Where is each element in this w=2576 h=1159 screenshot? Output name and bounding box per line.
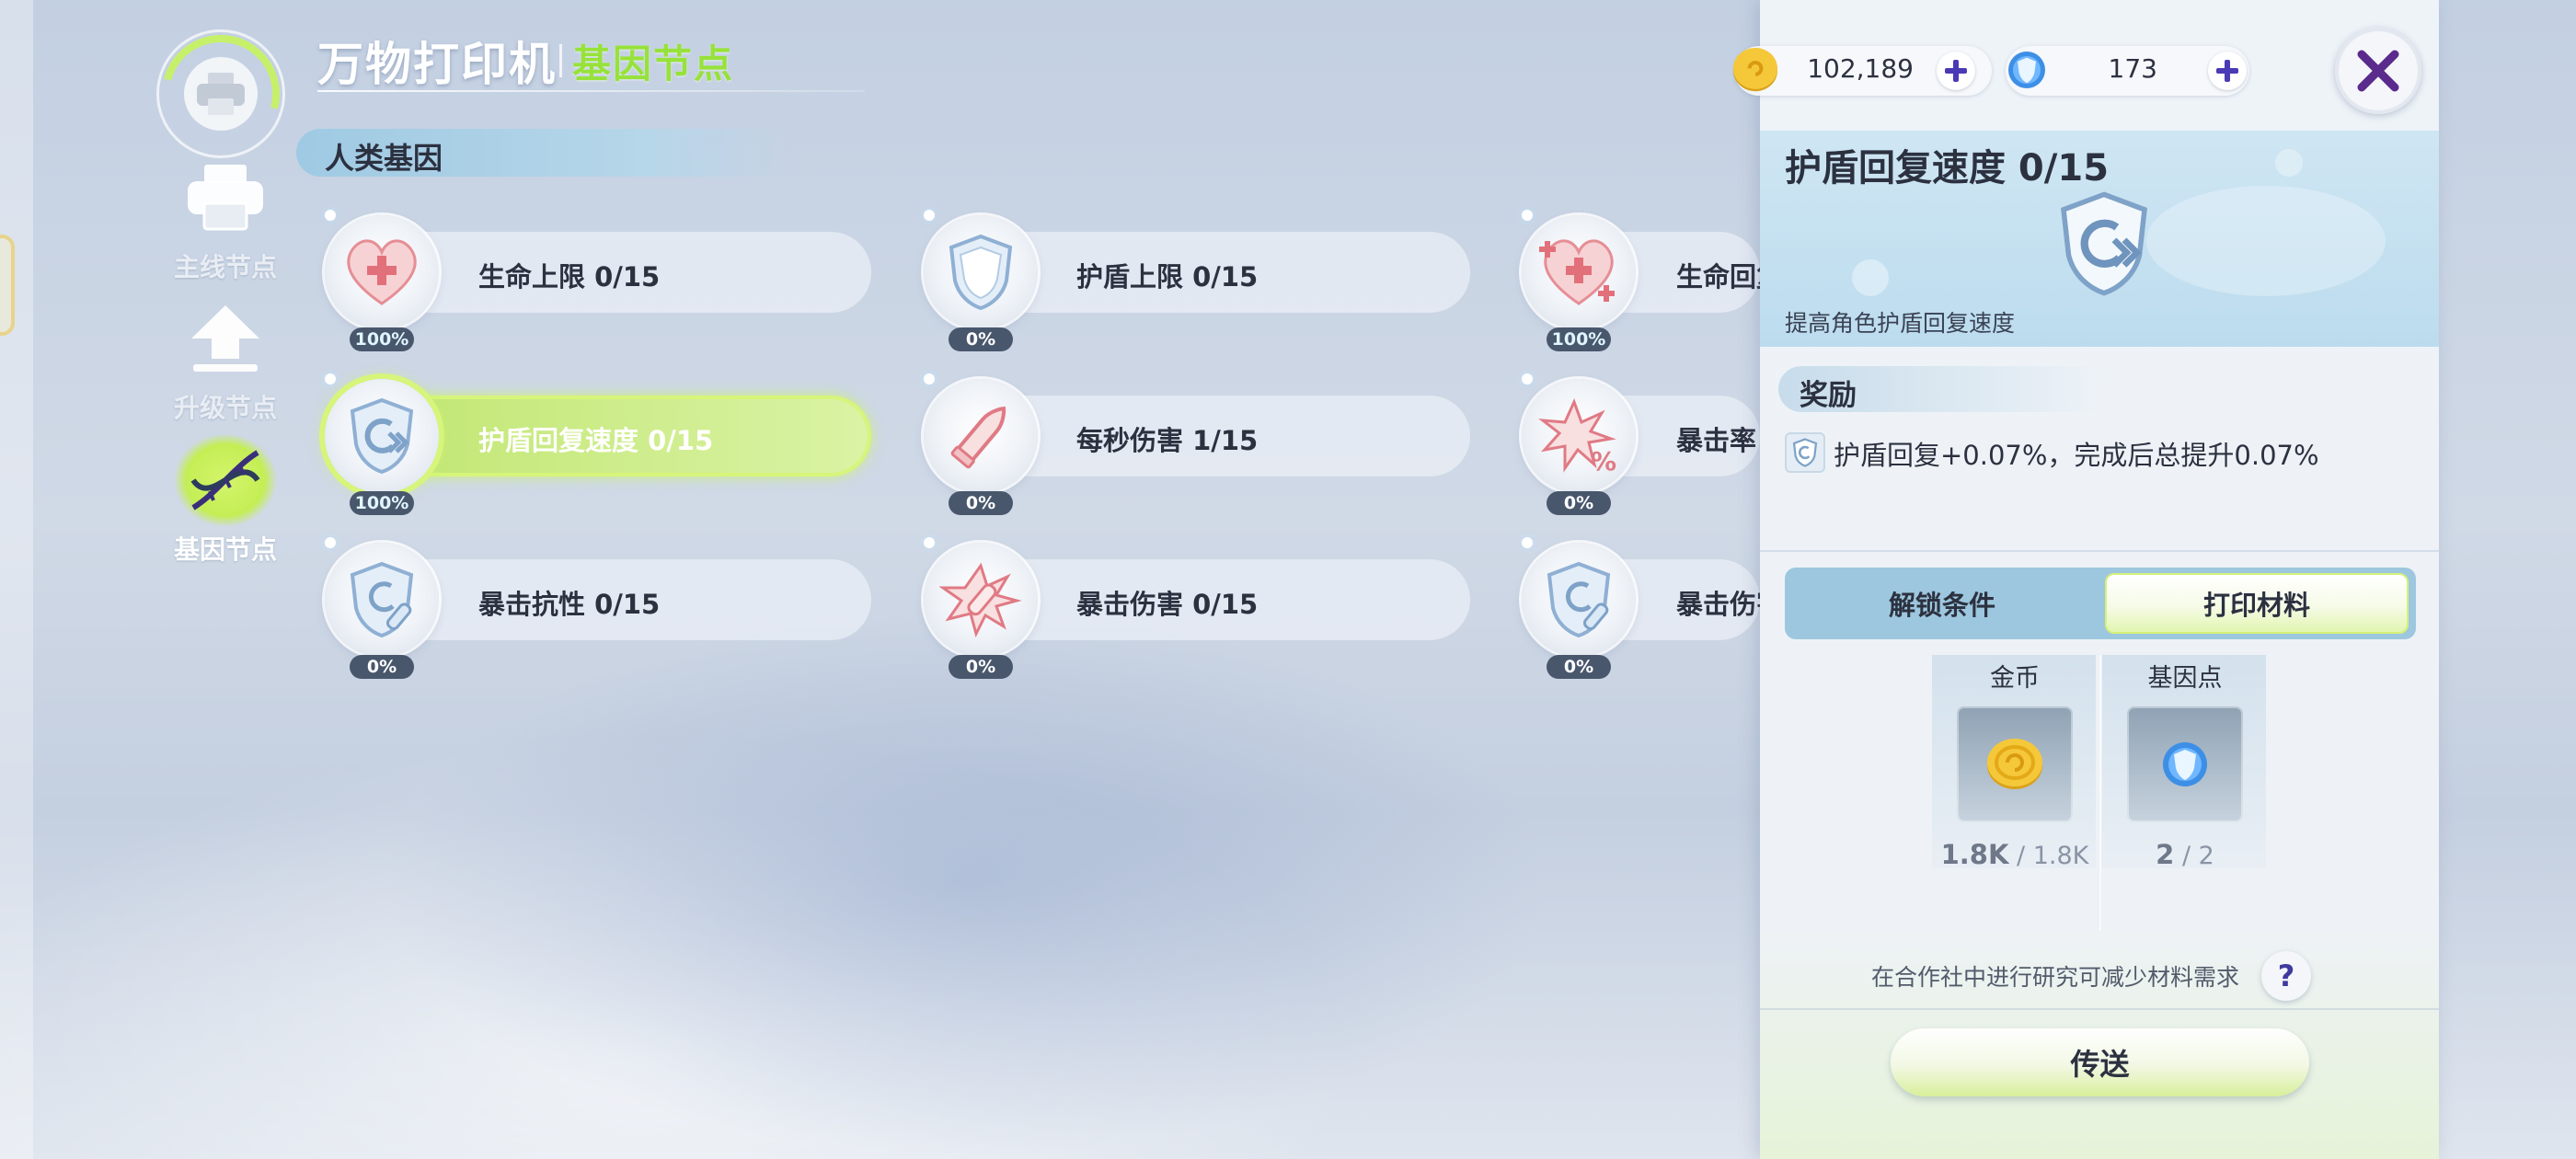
title-divider xyxy=(559,44,562,77)
reward-title: 奖励 xyxy=(1800,379,1857,412)
detail-title: 护盾回复速度 0/15 xyxy=(1785,147,2110,189)
shield-recover-icon xyxy=(350,397,414,475)
close-button[interactable] xyxy=(2335,28,2421,114)
progress-badge: 0% xyxy=(949,655,1013,679)
plus-icon xyxy=(2216,60,2238,82)
nav-label: 基因节点 xyxy=(173,534,277,565)
material-gene-point[interactable] xyxy=(2127,706,2243,822)
upload-arrow-icon xyxy=(191,305,259,372)
svg-text:%: % xyxy=(1591,446,1616,476)
shield-recover-icon xyxy=(2061,191,2147,296)
progress-badge: 0% xyxy=(350,655,414,679)
gene-label: 暴击伤害 0/15 xyxy=(1076,589,1259,620)
reward-text: 护盾回复+0.07%，完成后总提升0.07% xyxy=(1834,440,2319,471)
material-amount: 1.8K / 1.8K xyxy=(1940,839,2089,870)
gold-coin-icon xyxy=(1987,739,2042,789)
send-button[interactable]: 传送 xyxy=(1891,1028,2309,1096)
printer-icon xyxy=(197,73,245,115)
page-subtitle: 基因节点 xyxy=(572,41,735,86)
bullet-icon xyxy=(950,406,1006,469)
detail-description: 提高角色护盾回复速度 xyxy=(1785,310,2016,337)
crit-bullet-icon xyxy=(939,562,1022,638)
progress-badge: 100% xyxy=(350,491,414,515)
gene-node-shield-max[interactable]: 0% xyxy=(916,208,1045,351)
discount-note: 在合作社中进行研究可减少材料需求 xyxy=(1871,964,2240,991)
material-gold[interactable] xyxy=(1957,706,2073,822)
gene-point-icon xyxy=(2163,742,2207,786)
page-title: 万物打印机 xyxy=(317,38,557,91)
nav-label: 主线节点 xyxy=(173,252,277,282)
crit-rate-icon: % xyxy=(1538,398,1616,476)
material-name: 金币 xyxy=(1990,664,2040,693)
shield-crit-icon xyxy=(350,561,414,638)
gene-node-dps[interactable]: 0% xyxy=(916,372,1045,515)
progress-badge: 0% xyxy=(949,327,1013,351)
material-divider xyxy=(2099,655,2101,931)
gene-point-value: 173 xyxy=(2108,53,2157,84)
progress-badge: 0% xyxy=(1547,491,1611,515)
gene-label: 护盾回复速度 0/15 xyxy=(478,425,714,456)
edge-tab[interactable] xyxy=(0,235,15,336)
gene-point-icon xyxy=(1999,42,2054,98)
plus-icon xyxy=(1945,60,1967,82)
progress-badge: 0% xyxy=(1547,655,1611,679)
tab-print-materials[interactable]: 打印材料 xyxy=(2105,573,2409,634)
heart-double-plus-icon xyxy=(1539,239,1615,305)
shield-crit-icon xyxy=(1547,561,1611,638)
gene-node-hp-max[interactable]: 100% xyxy=(317,208,446,351)
material-name: 基因点 xyxy=(2147,664,2223,693)
gene-label: 护盾上限 0/15 xyxy=(1076,261,1259,293)
gene-node-shield-regen[interactable]: 100% xyxy=(317,372,446,515)
progress-badge: 0% xyxy=(949,491,1013,515)
gold-coin-icon xyxy=(1728,42,1783,98)
dna-icon xyxy=(190,450,260,511)
section-title: 人类基因 xyxy=(325,141,443,176)
gold-value: 102,189 xyxy=(1807,53,1914,84)
nav-main-nodes[interactable]: 主线节点 xyxy=(156,152,294,284)
gene-label: 暴击抗性 0/15 xyxy=(478,589,661,620)
material-amount: 2 / 2 xyxy=(2156,839,2214,870)
nav-upgrade-nodes[interactable]: 升级节点 xyxy=(156,293,294,425)
printer-logo xyxy=(140,13,302,175)
tab-unlock-conditions[interactable]: 解锁条件 xyxy=(1790,573,2094,634)
gene-label: 生命上限 0/15 xyxy=(478,261,661,293)
nav-gene-nodes[interactable]: 基因节点 xyxy=(156,434,294,567)
gene-node-crit-rate[interactable]: % 0% xyxy=(1514,372,1643,515)
progress-badge: 100% xyxy=(350,327,414,351)
title-underline xyxy=(317,90,865,92)
close-icon xyxy=(2357,50,2399,92)
add-gene-point-button[interactable] xyxy=(2208,52,2247,90)
gene-label: 每秒伤害 1/15 xyxy=(1076,425,1259,456)
gene-node-crit-resist[interactable]: 0% xyxy=(317,535,446,679)
printer-icon xyxy=(188,165,263,231)
gene-node-crit-damage[interactable]: 0% xyxy=(916,535,1045,679)
nav-label: 升级节点 xyxy=(173,393,277,423)
heart-plus-icon xyxy=(347,239,417,305)
add-gold-button[interactable] xyxy=(1937,52,1975,90)
gene-node-hp-regen[interactable]: 100% xyxy=(1514,208,1643,351)
left-edge-strip xyxy=(0,0,33,1159)
shield-recover-icon xyxy=(1785,432,1825,473)
progress-badge: 100% xyxy=(1547,327,1611,351)
detail-tabs: 解锁条件 打印材料 xyxy=(1785,568,2416,639)
help-button[interactable]: ? xyxy=(2261,951,2311,1001)
shield-icon xyxy=(949,234,1013,311)
gene-node-crit-damage-2[interactable]: 0% xyxy=(1514,535,1643,679)
